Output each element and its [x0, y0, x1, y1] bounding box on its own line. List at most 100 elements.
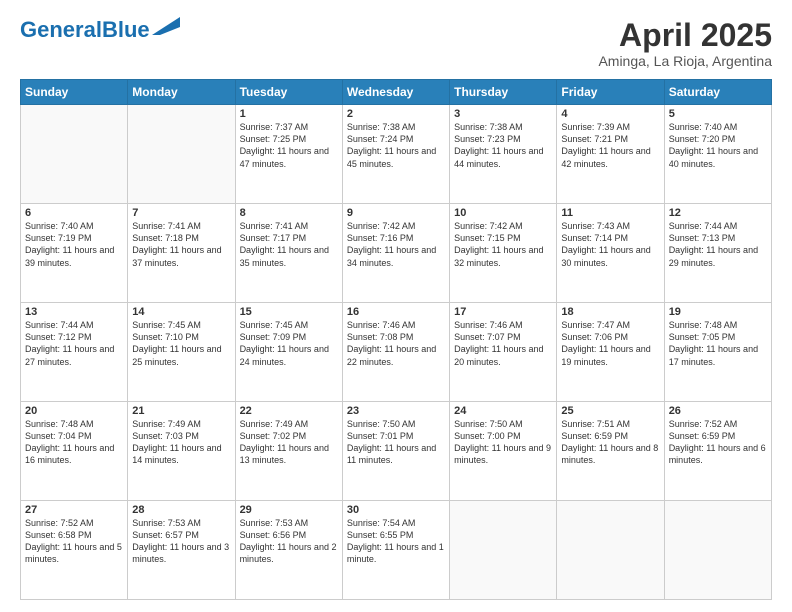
day-number: 6 [25, 207, 123, 219]
day-cell [128, 105, 235, 204]
day-header-monday: Monday [128, 80, 235, 105]
day-detail: Sunrise: 7:42 AMSunset: 7:16 PMDaylight:… [347, 220, 445, 269]
day-header-tuesday: Tuesday [235, 80, 342, 105]
day-number: 29 [240, 504, 338, 516]
day-cell: 25Sunrise: 7:51 AMSunset: 6:59 PMDayligh… [557, 402, 664, 501]
day-number: 20 [25, 405, 123, 417]
day-number: 7 [132, 207, 230, 219]
day-detail: Sunrise: 7:40 AMSunset: 7:20 PMDaylight:… [669, 121, 767, 170]
calendar-table: SundayMondayTuesdayWednesdayThursdayFrid… [20, 79, 772, 600]
day-number: 19 [669, 306, 767, 318]
day-detail: Sunrise: 7:37 AMSunset: 7:25 PMDaylight:… [240, 121, 338, 170]
day-detail: Sunrise: 7:39 AMSunset: 7:21 PMDaylight:… [561, 121, 659, 170]
day-cell: 10Sunrise: 7:42 AMSunset: 7:15 PMDayligh… [450, 204, 557, 303]
day-number: 3 [454, 108, 552, 120]
day-number: 10 [454, 207, 552, 219]
day-cell [21, 105, 128, 204]
day-detail: Sunrise: 7:46 AMSunset: 7:08 PMDaylight:… [347, 319, 445, 368]
day-cell: 14Sunrise: 7:45 AMSunset: 7:10 PMDayligh… [128, 303, 235, 402]
day-header-wednesday: Wednesday [342, 80, 449, 105]
day-cell: 3Sunrise: 7:38 AMSunset: 7:23 PMDaylight… [450, 105, 557, 204]
day-number: 16 [347, 306, 445, 318]
day-number: 18 [561, 306, 659, 318]
week-row-3: 13Sunrise: 7:44 AMSunset: 7:12 PMDayligh… [21, 303, 772, 402]
day-detail: Sunrise: 7:50 AMSunset: 7:01 PMDaylight:… [347, 418, 445, 467]
day-cell: 4Sunrise: 7:39 AMSunset: 7:21 PMDaylight… [557, 105, 664, 204]
day-detail: Sunrise: 7:52 AMSunset: 6:58 PMDaylight:… [25, 517, 123, 566]
day-number: 9 [347, 207, 445, 219]
week-row-4: 20Sunrise: 7:48 AMSunset: 7:04 PMDayligh… [21, 402, 772, 501]
day-number: 28 [132, 504, 230, 516]
day-cell: 27Sunrise: 7:52 AMSunset: 6:58 PMDayligh… [21, 501, 128, 600]
day-header-saturday: Saturday [664, 80, 771, 105]
day-detail: Sunrise: 7:38 AMSunset: 7:24 PMDaylight:… [347, 121, 445, 170]
day-detail: Sunrise: 7:41 AMSunset: 7:18 PMDaylight:… [132, 220, 230, 269]
day-cell: 9Sunrise: 7:42 AMSunset: 7:16 PMDaylight… [342, 204, 449, 303]
day-detail: Sunrise: 7:46 AMSunset: 7:07 PMDaylight:… [454, 319, 552, 368]
day-cell: 17Sunrise: 7:46 AMSunset: 7:07 PMDayligh… [450, 303, 557, 402]
day-cell: 15Sunrise: 7:45 AMSunset: 7:09 PMDayligh… [235, 303, 342, 402]
day-number: 27 [25, 504, 123, 516]
day-cell: 7Sunrise: 7:41 AMSunset: 7:18 PMDaylight… [128, 204, 235, 303]
day-detail: Sunrise: 7:40 AMSunset: 7:19 PMDaylight:… [25, 220, 123, 269]
day-detail: Sunrise: 7:43 AMSunset: 7:14 PMDaylight:… [561, 220, 659, 269]
day-number: 12 [669, 207, 767, 219]
page: GeneralBlue April 2025 Aminga, La Rioja,… [0, 0, 792, 612]
day-number: 4 [561, 108, 659, 120]
day-cell: 1Sunrise: 7:37 AMSunset: 7:25 PMDaylight… [235, 105, 342, 204]
day-cell: 28Sunrise: 7:53 AMSunset: 6:57 PMDayligh… [128, 501, 235, 600]
day-detail: Sunrise: 7:44 AMSunset: 7:12 PMDaylight:… [25, 319, 123, 368]
day-cell: 19Sunrise: 7:48 AMSunset: 7:05 PMDayligh… [664, 303, 771, 402]
day-cell: 11Sunrise: 7:43 AMSunset: 7:14 PMDayligh… [557, 204, 664, 303]
day-number: 8 [240, 207, 338, 219]
day-number: 5 [669, 108, 767, 120]
day-detail: Sunrise: 7:53 AMSunset: 6:57 PMDaylight:… [132, 517, 230, 566]
day-cell: 18Sunrise: 7:47 AMSunset: 7:06 PMDayligh… [557, 303, 664, 402]
day-cell: 24Sunrise: 7:50 AMSunset: 7:00 PMDayligh… [450, 402, 557, 501]
day-number: 14 [132, 306, 230, 318]
day-detail: Sunrise: 7:51 AMSunset: 6:59 PMDaylight:… [561, 418, 659, 467]
day-detail: Sunrise: 7:41 AMSunset: 7:17 PMDaylight:… [240, 220, 338, 269]
day-detail: Sunrise: 7:53 AMSunset: 6:56 PMDaylight:… [240, 517, 338, 566]
day-cell: 13Sunrise: 7:44 AMSunset: 7:12 PMDayligh… [21, 303, 128, 402]
week-row-2: 6Sunrise: 7:40 AMSunset: 7:19 PMDaylight… [21, 204, 772, 303]
day-cell: 26Sunrise: 7:52 AMSunset: 6:59 PMDayligh… [664, 402, 771, 501]
day-cell: 8Sunrise: 7:41 AMSunset: 7:17 PMDaylight… [235, 204, 342, 303]
day-number: 17 [454, 306, 552, 318]
day-cell: 16Sunrise: 7:46 AMSunset: 7:08 PMDayligh… [342, 303, 449, 402]
day-number: 22 [240, 405, 338, 417]
day-cell: 30Sunrise: 7:54 AMSunset: 6:55 PMDayligh… [342, 501, 449, 600]
day-cell: 29Sunrise: 7:53 AMSunset: 6:56 PMDayligh… [235, 501, 342, 600]
header: GeneralBlue April 2025 Aminga, La Rioja,… [20, 18, 772, 69]
day-number: 25 [561, 405, 659, 417]
day-cell [664, 501, 771, 600]
day-detail: Sunrise: 7:38 AMSunset: 7:23 PMDaylight:… [454, 121, 552, 170]
day-detail: Sunrise: 7:49 AMSunset: 7:03 PMDaylight:… [132, 418, 230, 467]
logo-text: GeneralBlue [20, 18, 150, 42]
day-cell: 20Sunrise: 7:48 AMSunset: 7:04 PMDayligh… [21, 402, 128, 501]
day-cell: 21Sunrise: 7:49 AMSunset: 7:03 PMDayligh… [128, 402, 235, 501]
day-header-sunday: Sunday [21, 80, 128, 105]
day-cell [450, 501, 557, 600]
day-number: 11 [561, 207, 659, 219]
logo: GeneralBlue [20, 18, 180, 42]
week-row-5: 27Sunrise: 7:52 AMSunset: 6:58 PMDayligh… [21, 501, 772, 600]
title-area: April 2025 Aminga, La Rioja, Argentina [598, 18, 772, 69]
day-detail: Sunrise: 7:48 AMSunset: 7:04 PMDaylight:… [25, 418, 123, 467]
day-detail: Sunrise: 7:54 AMSunset: 6:55 PMDaylight:… [347, 517, 445, 566]
day-detail: Sunrise: 7:49 AMSunset: 7:02 PMDaylight:… [240, 418, 338, 467]
day-detail: Sunrise: 7:45 AMSunset: 7:10 PMDaylight:… [132, 319, 230, 368]
day-number: 2 [347, 108, 445, 120]
day-cell: 6Sunrise: 7:40 AMSunset: 7:19 PMDaylight… [21, 204, 128, 303]
logo-icon [152, 17, 180, 35]
day-cell [557, 501, 664, 600]
day-detail: Sunrise: 7:48 AMSunset: 7:05 PMDaylight:… [669, 319, 767, 368]
calendar-subtitle: Aminga, La Rioja, Argentina [598, 53, 772, 69]
day-detail: Sunrise: 7:45 AMSunset: 7:09 PMDaylight:… [240, 319, 338, 368]
day-number: 15 [240, 306, 338, 318]
day-cell: 12Sunrise: 7:44 AMSunset: 7:13 PMDayligh… [664, 204, 771, 303]
day-cell: 2Sunrise: 7:38 AMSunset: 7:24 PMDaylight… [342, 105, 449, 204]
header-row: SundayMondayTuesdayWednesdayThursdayFrid… [21, 80, 772, 105]
day-number: 21 [132, 405, 230, 417]
day-detail: Sunrise: 7:42 AMSunset: 7:15 PMDaylight:… [454, 220, 552, 269]
